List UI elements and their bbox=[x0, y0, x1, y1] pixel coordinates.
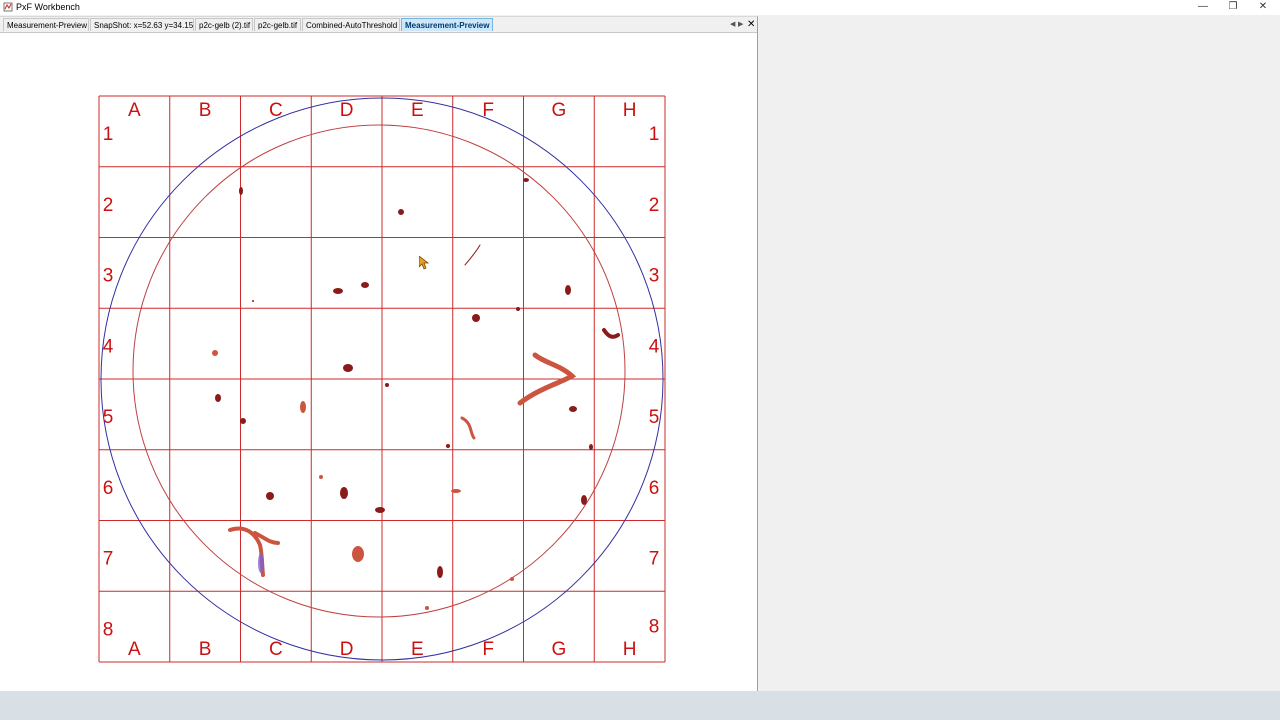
particle bbox=[319, 475, 323, 479]
particle bbox=[340, 487, 348, 499]
tab-strip: Measurement-Preview SnapShot: x=52.63 y=… bbox=[0, 17, 757, 33]
grid-label: F bbox=[482, 639, 494, 660]
grid-label: 6 bbox=[649, 478, 660, 499]
particles bbox=[212, 178, 620, 610]
tab-measurement-preview-1[interactable]: Measurement-Preview bbox=[3, 18, 89, 31]
particle bbox=[352, 546, 364, 562]
title-bar: PxF Workbench — ❐ ✕ bbox=[0, 0, 1280, 15]
grid-label: G bbox=[551, 100, 566, 121]
tab-measurement-preview-active[interactable]: Measurement-Preview bbox=[401, 18, 493, 31]
particle bbox=[252, 300, 254, 302]
particle bbox=[300, 401, 306, 413]
particle bbox=[425, 606, 429, 610]
particle bbox=[240, 418, 246, 424]
particle bbox=[385, 383, 389, 387]
particle bbox=[266, 492, 274, 500]
particle bbox=[333, 288, 343, 294]
grid-labels: AABBCCDDEEFFGGHH1 12 23 34 45 56 67 78 8 bbox=[103, 100, 660, 660]
grid-label: 6 bbox=[103, 478, 114, 499]
grid-label: 3 bbox=[103, 266, 114, 287]
grid-label: D bbox=[340, 100, 354, 121]
grid-label: G bbox=[551, 639, 566, 660]
grid-label: B bbox=[199, 639, 212, 660]
particle bbox=[375, 507, 385, 513]
particle bbox=[437, 566, 443, 578]
grid-label: 1 bbox=[649, 124, 660, 145]
grid-label: 8 bbox=[103, 619, 114, 640]
fiber-4h bbox=[602, 328, 620, 339]
particle bbox=[451, 489, 461, 493]
particle bbox=[343, 364, 353, 372]
particle bbox=[398, 209, 404, 215]
highlighted-particle bbox=[258, 553, 264, 573]
grid-label: 7 bbox=[649, 549, 660, 570]
tab-snapshot[interactable]: SnapShot: x=52.63 y=34.15 bbox=[90, 18, 194, 31]
particle bbox=[523, 178, 529, 182]
particle bbox=[446, 444, 450, 448]
mouse-cursor-icon bbox=[419, 256, 429, 270]
particle bbox=[565, 285, 571, 295]
particle bbox=[472, 314, 480, 322]
particle bbox=[361, 282, 369, 288]
close-window-button[interactable]: ✕ bbox=[1248, 0, 1278, 15]
grid-label: 1 bbox=[103, 124, 114, 145]
tab-p2c-gelb[interactable]: p2c-gelb.tif bbox=[254, 18, 301, 31]
particle bbox=[239, 187, 243, 195]
particle bbox=[569, 406, 577, 412]
tab-next-icon[interactable]: ▶ bbox=[738, 18, 743, 31]
measurement-preview-canvas[interactable]: AABBCCDDEEFFGGHH1 12 23 34 45 56 67 78 8 bbox=[0, 33, 757, 692]
grid-label: A bbox=[128, 100, 141, 121]
particle bbox=[215, 394, 221, 402]
fiber-3f bbox=[464, 244, 481, 266]
inner-circle bbox=[132, 124, 626, 618]
grid-label: 5 bbox=[649, 407, 660, 428]
grid-label: 8 bbox=[649, 616, 660, 637]
grid-label: H bbox=[623, 100, 637, 121]
grid-label: B bbox=[199, 100, 212, 121]
tab-prev-icon[interactable]: ◀ bbox=[730, 18, 735, 31]
status-bar bbox=[0, 691, 1280, 720]
grid-label: 4 bbox=[649, 336, 660, 357]
grid-label: H bbox=[623, 639, 637, 660]
fiber-5f bbox=[460, 416, 476, 440]
particle bbox=[581, 495, 587, 505]
grid-label: C bbox=[269, 639, 283, 660]
grid-label: 5 bbox=[103, 407, 114, 428]
particle bbox=[516, 307, 520, 311]
particle bbox=[212, 350, 218, 356]
grid-label: 4 bbox=[103, 336, 114, 357]
particle bbox=[589, 444, 593, 450]
tab-p2c-gelb-2[interactable]: p2c-gelb (2).tif bbox=[195, 18, 253, 31]
restore-button[interactable]: ❐ bbox=[1218, 0, 1248, 15]
grid-label: 3 bbox=[649, 266, 660, 287]
grid-label: 2 bbox=[103, 195, 114, 216]
grid-lines bbox=[98, 95, 666, 663]
minimize-button[interactable]: — bbox=[1188, 0, 1218, 15]
grid-label: E bbox=[411, 100, 424, 121]
grid-label: F bbox=[482, 100, 494, 121]
tab-combined-autothreshold[interactable]: Combined-AutoThreshold bbox=[302, 18, 400, 31]
app-title: PxF Workbench bbox=[16, 2, 80, 12]
tab-close-icon[interactable]: ✕ bbox=[747, 18, 755, 31]
document-pane: Measurement-Preview SnapShot: x=52.63 y=… bbox=[0, 16, 758, 692]
grid-label: A bbox=[128, 639, 141, 660]
grid-label: D bbox=[340, 639, 354, 660]
particle bbox=[510, 577, 514, 581]
grid-label: E bbox=[411, 639, 424, 660]
grid-label: 2 bbox=[649, 195, 660, 216]
fiber-7c bbox=[228, 526, 280, 577]
app-icon bbox=[3, 2, 13, 12]
grid-label: 7 bbox=[103, 549, 114, 570]
grid-label: C bbox=[269, 100, 283, 121]
